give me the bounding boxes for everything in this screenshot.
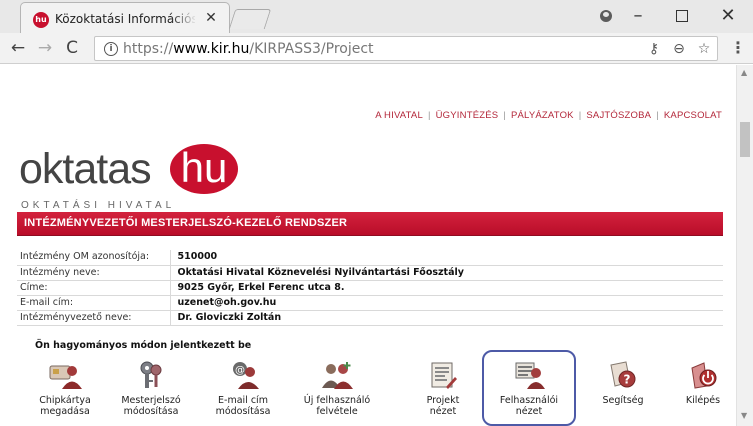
nav-link-ugyintezes[interactable]: ÜGYINTÉZÉS	[436, 110, 499, 121]
browser-tab[interactable]: hu Közoktatási Információs r ✕	[20, 2, 230, 33]
browser-tabstrip: hu Közoktatási Információs r ✕ – ✕	[0, 0, 753, 33]
user-view-label: Felhasználói nézet	[499, 395, 559, 417]
project-view-label: Projekt nézet	[426, 395, 460, 417]
new-user-button[interactable]: Új felhasználó felvétele	[297, 358, 377, 424]
nav-link-palyazatok[interactable]: PÁLYÁZATOK	[511, 110, 574, 121]
system-title: INTÉZMÉNYVEZETŐI MESTERJELSZÓ-KEZELŐ REN…	[24, 217, 348, 229]
email-change-button[interactable]: @ E-mail cím módosítása	[203, 358, 283, 424]
email-value: uzenet@oh.gov.hu	[177, 296, 277, 308]
logo-hu-bubble: hu	[170, 144, 238, 194]
email-change-label: E-mail cím módosítása	[215, 395, 271, 417]
table-row: Intézmény OM azonosítója: 510000	[17, 250, 723, 265]
site-info-icon[interactable]: i	[104, 42, 118, 56]
exit-button[interactable]: Kilépés	[663, 358, 743, 424]
maximize-button[interactable]	[660, 0, 704, 33]
table-row: Intézmény neve: Oktatási Hivatal Közneve…	[17, 265, 723, 280]
om-id-value: 510000	[177, 251, 218, 263]
help-icon: ?	[610, 361, 636, 388]
email-label: E-mail cím:	[17, 295, 171, 310]
nav-link-kapcsolat[interactable]: KAPCSOLAT	[664, 110, 722, 121]
password-key-icon[interactable]: ⚷	[644, 40, 664, 58]
oktatas-hu-logo[interactable]: oktatas hu OKTATÁSI HIVATAL	[19, 140, 259, 215]
om-id-label: Intézmény OM azonosítója:	[17, 250, 171, 265]
help-button[interactable]: ? Segítség	[583, 358, 663, 424]
exit-icon	[691, 362, 717, 389]
address-label: Címe:	[17, 280, 171, 295]
chipcard-user-icon	[49, 365, 82, 389]
project-view-button[interactable]: Projekt nézet	[403, 358, 483, 424]
browser-menu-icon[interactable]: ⋮	[730, 38, 746, 58]
url-text[interactable]: https://www.kir.hu/KIRPASS3/Project	[123, 41, 374, 57]
logo-tagline: OKTATÁSI HIVATAL	[21, 200, 176, 211]
logo-wordmark: oktatas	[19, 145, 152, 193]
nav-link-hivatal[interactable]: A HIVATAL	[375, 110, 423, 121]
tab-title-fade	[171, 9, 197, 29]
action-toolbar: Chipkártya megadása Mesterjelszó módosít…	[25, 358, 725, 426]
new-user-icon	[322, 362, 353, 389]
svg-text:?: ?	[624, 373, 631, 387]
institution-info-table: Intézmény OM azonosítója: 510000 Intézmé…	[17, 250, 723, 326]
nav-link-sajtoszoba[interactable]: SAJTÓSZOBA	[586, 110, 651, 121]
site-favicon-icon: hu	[33, 12, 49, 28]
new-user-label: Új felhasználó felvétele	[303, 395, 371, 417]
scrollbar-thumb[interactable]	[740, 122, 750, 157]
new-tab-button[interactable]	[228, 9, 272, 29]
table-row: Címe: 9025 Győr, Erkel Ferenc utca 8.	[17, 280, 723, 295]
login-method-note: Ön hagyományos módon jelentkezett be	[35, 340, 252, 351]
bookmark-star-icon[interactable]: ☆	[694, 40, 714, 58]
exit-label: Kilépés	[685, 395, 721, 406]
svg-text:@: @	[235, 365, 245, 376]
back-arrow-icon[interactable]: ←	[6, 37, 30, 59]
site-top-nav: A HIVATAL | ÜGYINTÉZÉS | PÁLYÁZATOK | SA…	[375, 109, 722, 121]
close-window-button[interactable]: ✕	[706, 0, 750, 33]
address-value: 9025 Győr, Erkel Ferenc utca 8.	[177, 281, 345, 293]
system-title-banner: INTÉZMÉNYVEZETŐI MESTERJELSZÓ-KEZELŐ REN…	[17, 212, 723, 236]
keys-icon	[140, 361, 162, 388]
help-label: Segítség	[602, 395, 644, 406]
close-tab-icon[interactable]: ✕	[203, 10, 219, 26]
project-document-icon	[431, 362, 457, 389]
institution-name-label: Intézmény neve:	[17, 265, 171, 280]
browser-toolbar: ← → C i https://www.kir.hu/KIRPASS3/Proj…	[0, 33, 753, 64]
reload-icon[interactable]: C	[60, 37, 84, 59]
minimize-button[interactable]: –	[616, 0, 660, 33]
director-name-label: Intézményvezető neve:	[17, 310, 171, 325]
table-row: E-mail cím: uzenet@oh.gov.hu	[17, 295, 723, 310]
zoom-icon[interactable]: ⊖	[669, 40, 689, 58]
email-user-icon: @	[233, 362, 259, 389]
scroll-up-arrow-icon[interactable]: ▲	[741, 68, 747, 77]
table-row: Intézményvezető neve: Dr. Gloviczki Zolt…	[17, 310, 723, 325]
institution-name-value: Oktatási Hivatal Köznevelési Nyilvántart…	[177, 266, 464, 278]
chipcard-button[interactable]: Chipkártya megadása	[25, 358, 105, 424]
forward-arrow-icon[interactable]: →	[33, 37, 57, 59]
master-password-button[interactable]: Mesterjelszó módosítása	[111, 358, 191, 424]
director-name-value: Dr. Gloviczki Zoltán	[177, 311, 282, 323]
address-bar[interactable]: i https://www.kir.hu/KIRPASS3/Project ⚷ …	[94, 36, 718, 61]
user-view-icon	[515, 362, 545, 389]
chipcard-label: Chipkártya megadása	[39, 395, 91, 417]
master-password-label: Mesterjelszó módosítása	[121, 395, 181, 417]
user-view-button[interactable]: Felhasználói nézet	[489, 358, 569, 424]
